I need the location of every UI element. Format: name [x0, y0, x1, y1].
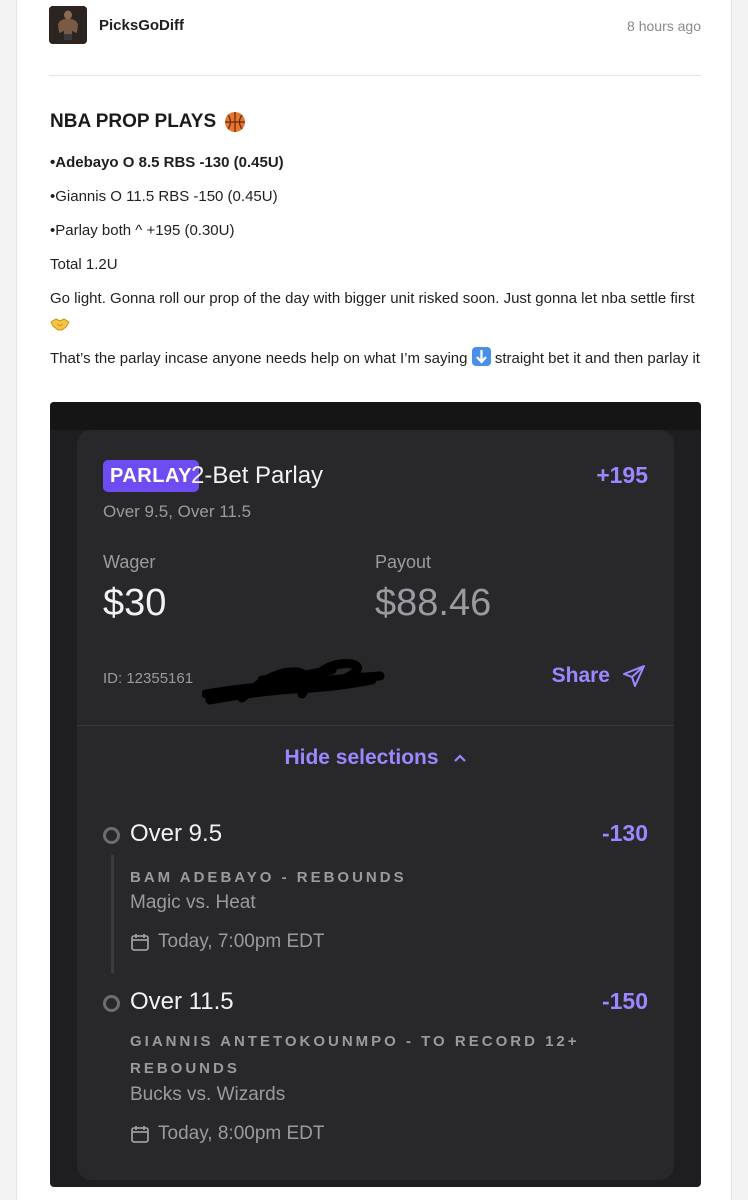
bet-subtitle: Over 9.5, Over 11.5	[103, 502, 252, 521]
avatar[interactable]	[49, 6, 87, 44]
betslip-image: PARLAY 2-Bet Parlay +195 Over 9.5, Over …	[50, 402, 701, 1187]
leg-status-circle	[103, 827, 120, 844]
card-divider	[77, 725, 674, 726]
paragraph-1: Go light. Gonna roll our prop of the day…	[50, 286, 710, 338]
post-body: NBA PROP PLAYS •Adebayo O 8.5 RBS -130 (…	[50, 108, 710, 380]
betslip-top-strip	[50, 402, 701, 430]
leg-time: Today, 7:00pm EDT	[130, 931, 325, 953]
leg-time-text: Today, 8:00pm EDT	[158, 1123, 325, 1144]
calendar-icon	[131, 1126, 149, 1143]
redaction-scribble	[202, 659, 385, 705]
leg-game: Magic vs. Heat	[130, 892, 256, 913]
wager-value: $30	[103, 582, 167, 624]
share-label: Share	[551, 664, 610, 687]
post-card: PicksGoDiff 8 hours ago NBA PROP PLAYS •…	[16, 0, 732, 1200]
post-title-text: NBA PROP PLAYS	[50, 111, 217, 132]
leg-odds: -150	[601, 988, 648, 1014]
total-line: Total 1.2U	[50, 256, 118, 273]
payout-value: $88.46	[375, 582, 492, 624]
wager-label: Wager	[103, 552, 156, 572]
bet-odds: +195	[596, 462, 648, 488]
parlay-card: PARLAY 2-Bet Parlay +195 Over 9.5, Over …	[77, 430, 674, 1180]
header-divider	[49, 75, 701, 76]
leg-selection: Over 11.5	[130, 988, 234, 1015]
basketball-icon	[225, 112, 246, 132]
leg-market: GIANNIS ANTETOKOUNMPO - TO RECORD 12+ RE…	[130, 1033, 580, 1077]
payout-label: Payout	[375, 552, 432, 572]
leg-status-circle	[103, 995, 120, 1012]
hide-selections-label: Hide selections	[284, 746, 439, 769]
paragraph-1-text: Go light. Gonna roll our prop of the day…	[50, 290, 695, 307]
paragraph-2-text-b: straight bet it and then parlay it	[494, 350, 700, 367]
prop-line-2: •Giannis O 11.5 RBS -150 (0.45U)	[50, 188, 278, 205]
chevron-up-icon	[453, 754, 466, 762]
leg-market: BAM ADEBAYO - REBOUNDS	[130, 869, 407, 886]
post-header: PicksGoDiff 8 hours ago	[49, 6, 701, 46]
leg-odds: -130	[601, 820, 648, 846]
leg-connector	[111, 855, 114, 973]
handshake-icon	[50, 318, 70, 331]
leg-time-text: Today, 7:00pm EDT	[158, 931, 325, 952]
avatar-image	[49, 6, 87, 44]
leg-game: Bucks vs. Wizards	[130, 1084, 286, 1105]
calendar-icon	[131, 934, 149, 951]
share-button[interactable]: Share	[552, 664, 646, 688]
prop-line-1: •Adebayo O 8.5 RBS -130 (0.45U)	[50, 154, 284, 171]
bet-id: ID: 12355161	[103, 670, 194, 687]
down-arrow-icon	[471, 347, 491, 366]
hide-selections-toggle[interactable]: Hide selections	[77, 746, 674, 770]
parlay-badge: PARLAY	[103, 460, 199, 492]
leg-selection: Over 9.5	[130, 820, 223, 847]
timestamp: 8 hours ago	[627, 18, 701, 34]
prop-line-3: •Parlay both ^ +195 (0.30U)	[50, 222, 235, 239]
username[interactable]: PicksGoDiff	[99, 17, 184, 34]
paragraph-2-text-a: That’s the parlay incase anyone needs he…	[50, 350, 468, 367]
post-title: NBA PROP PLAYS	[50, 108, 710, 136]
bet-title: 2-Bet Parlay	[191, 462, 324, 489]
send-icon	[623, 665, 645, 687]
leg-time: Today, 8:00pm EDT	[130, 1123, 325, 1145]
paragraph-2: That’s the parlay incase anyone needs he…	[50, 346, 710, 372]
